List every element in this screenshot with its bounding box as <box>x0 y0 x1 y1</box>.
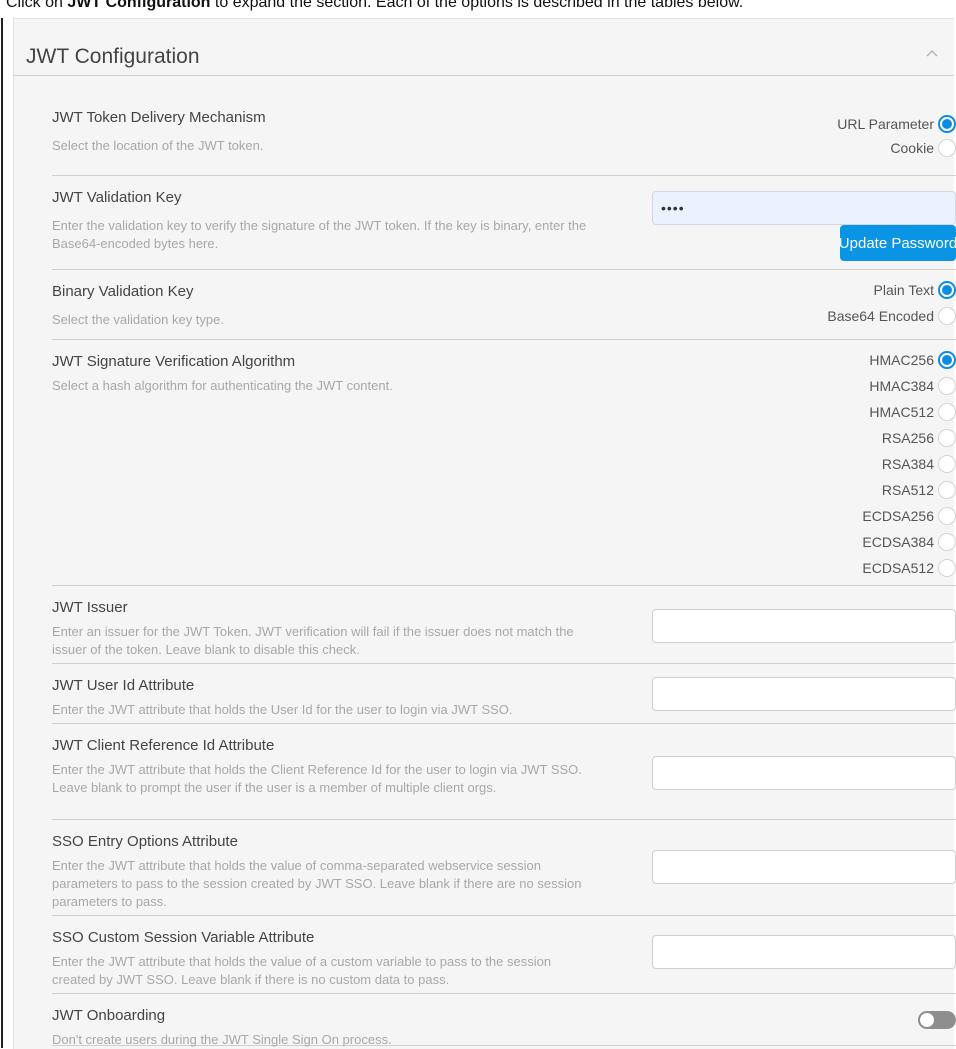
custom-var-label: SSO Custom Session Variable Attribute <box>52 929 315 946</box>
algorithm-option-hmac512[interactable]: HMAC512 <box>869 401 956 423</box>
radio-button[interactable] <box>938 455 956 473</box>
panel-body: JWT Configuration JWT Token Delivery Mec… <box>13 18 956 1049</box>
radio-button[interactable] <box>938 481 956 499</box>
radio-button[interactable] <box>938 403 956 421</box>
client-ref-input[interactable] <box>652 756 956 790</box>
delivery-desc: Select the location of the JWT token. <box>52 138 264 153</box>
onboarding-desc: Don't create users during the JWT Single… <box>52 1032 392 1047</box>
onboarding-row: JWT Onboarding Don't create users during… <box>52 993 956 1047</box>
custom-var-desc: Enter the JWT attribute that holds the v… <box>52 954 552 987</box>
radio-button[interactable] <box>938 307 956 325</box>
chevron-up-icon[interactable] <box>924 47 940 59</box>
algorithm-option-hmac256[interactable]: HMAC256 <box>869 349 956 371</box>
option-label: ECDSA512 <box>862 560 934 576</box>
radio-button[interactable] <box>938 429 956 447</box>
entry-options-label: SSO Entry Options Attribute <box>52 833 238 850</box>
delivery-option-url-parameter[interactable]: URL Parameter <box>837 113 956 135</box>
option-label: ECDSA384 <box>862 534 934 550</box>
intro-bold: JWT Configuration <box>67 0 211 11</box>
radio-button[interactable] <box>938 281 956 299</box>
option-label: HMAC512 <box>869 404 934 420</box>
toggle-knob <box>920 1013 934 1027</box>
algorithm-option-ecdsa256[interactable]: ECDSA256 <box>862 505 956 527</box>
option-label: HMAC384 <box>869 378 934 394</box>
radio-button[interactable] <box>938 115 956 133</box>
entry-options-desc: Enter the JWT attribute that holds the v… <box>52 858 582 909</box>
option-label: RSA384 <box>881 456 934 472</box>
option-label: ECDSA256 <box>862 508 934 524</box>
issuer-label: JWT Issuer <box>52 599 128 616</box>
algorithm-option-rsa256[interactable]: RSA256 <box>882 427 956 449</box>
option-label: Base64 Encoded <box>827 308 934 324</box>
client-ref-row: JWT Client Reference Id Attribute Enter … <box>52 723 956 820</box>
user-id-desc: Enter the JWT attribute that holds the U… <box>52 702 513 717</box>
delivery-row: JWT Token Delivery Mechanism Select the … <box>52 95 956 176</box>
entry-options-row: SSO Entry Options Attribute Enter the JW… <box>52 819 956 916</box>
client-ref-desc: Enter the JWT attribute that holds the C… <box>52 762 582 795</box>
radio-button[interactable] <box>938 139 956 157</box>
algorithm-option-hmac384[interactable]: HMAC384 <box>869 375 956 397</box>
algorithm-option-rsa512[interactable]: RSA512 <box>882 479 956 501</box>
panel-title: JWT Configuration <box>26 45 200 68</box>
validation-key-input[interactable]: •••• <box>652 191 956 225</box>
option-label: URL Parameter <box>837 116 934 132</box>
panel-header[interactable]: JWT Configuration <box>14 19 954 76</box>
issuer-input[interactable] <box>652 609 956 643</box>
option-label: Plain Text <box>873 282 934 298</box>
algorithm-desc: Select a hash algorithm for authenticati… <box>52 378 393 393</box>
issuer-row: JWT Issuer Enter an issuer for the JWT T… <box>52 585 956 664</box>
binary-key-label: Binary Validation Key <box>52 283 194 300</box>
user-id-label: JWT User Id Attribute <box>52 677 195 694</box>
onboarding-toggle[interactable] <box>918 1011 956 1029</box>
onboarding-label: JWT Onboarding <box>52 1007 166 1024</box>
binary-option-plain-text[interactable]: Plain Text <box>874 279 956 301</box>
jwt-config-panel: JWT Configuration JWT Token Delivery Mec… <box>1 18 956 1049</box>
intro-text: Click on JWT Configuration to expand the… <box>6 0 743 12</box>
algorithm-option-ecdsa384[interactable]: ECDSA384 <box>862 531 956 553</box>
intro-prefix: Click on <box>6 0 68 11</box>
algorithm-option-rsa384[interactable]: RSA384 <box>882 453 956 475</box>
option-label: HMAC256 <box>869 352 934 368</box>
radio-button[interactable] <box>938 559 956 577</box>
radio-button[interactable] <box>938 351 956 369</box>
update-password-button[interactable]: Update Password <box>839 225 956 261</box>
user-id-input[interactable] <box>652 677 956 711</box>
algorithm-label: JWT Signature Verification Algorithm <box>52 353 296 370</box>
validation-key-row: JWT Validation Key Enter the validation … <box>52 175 956 270</box>
custom-var-input[interactable] <box>652 935 956 969</box>
custom-var-row: SSO Custom Session Variable Attribute En… <box>52 915 956 994</box>
user-id-row: JWT User Id Attribute Enter the JWT attr… <box>52 663 956 724</box>
delivery-label: JWT Token Delivery Mechanism <box>52 109 266 126</box>
radio-button[interactable] <box>938 533 956 551</box>
validation-key-label: JWT Validation Key <box>52 189 182 206</box>
radio-button[interactable] <box>938 507 956 525</box>
intro-suffix: to expand the section. Each of the optio… <box>210 0 744 11</box>
binary-key-desc: Select the validation key type. <box>52 312 224 327</box>
algorithm-option-ecdsa512[interactable]: ECDSA512 <box>862 557 956 579</box>
delivery-option-cookie[interactable]: Cookie <box>890 137 956 159</box>
option-label: RSA256 <box>881 430 934 446</box>
binary-key-row: Binary Validation Key Select the validat… <box>52 269 956 340</box>
entry-options-input[interactable] <box>652 850 956 884</box>
binary-option-base64-encoded[interactable]: Base64 Encoded <box>827 305 956 327</box>
validation-key-desc: Enter the validation key to verify the s… <box>52 218 587 251</box>
option-label: RSA512 <box>881 482 934 498</box>
client-ref-label: JWT Client Reference Id Attribute <box>52 737 275 754</box>
option-label: Cookie <box>890 140 934 156</box>
issuer-desc: Enter an issuer for the JWT Token. JWT v… <box>52 624 574 657</box>
algorithm-row: JWT Signature Verification Algorithm Sel… <box>52 339 956 586</box>
radio-button[interactable] <box>938 377 956 395</box>
